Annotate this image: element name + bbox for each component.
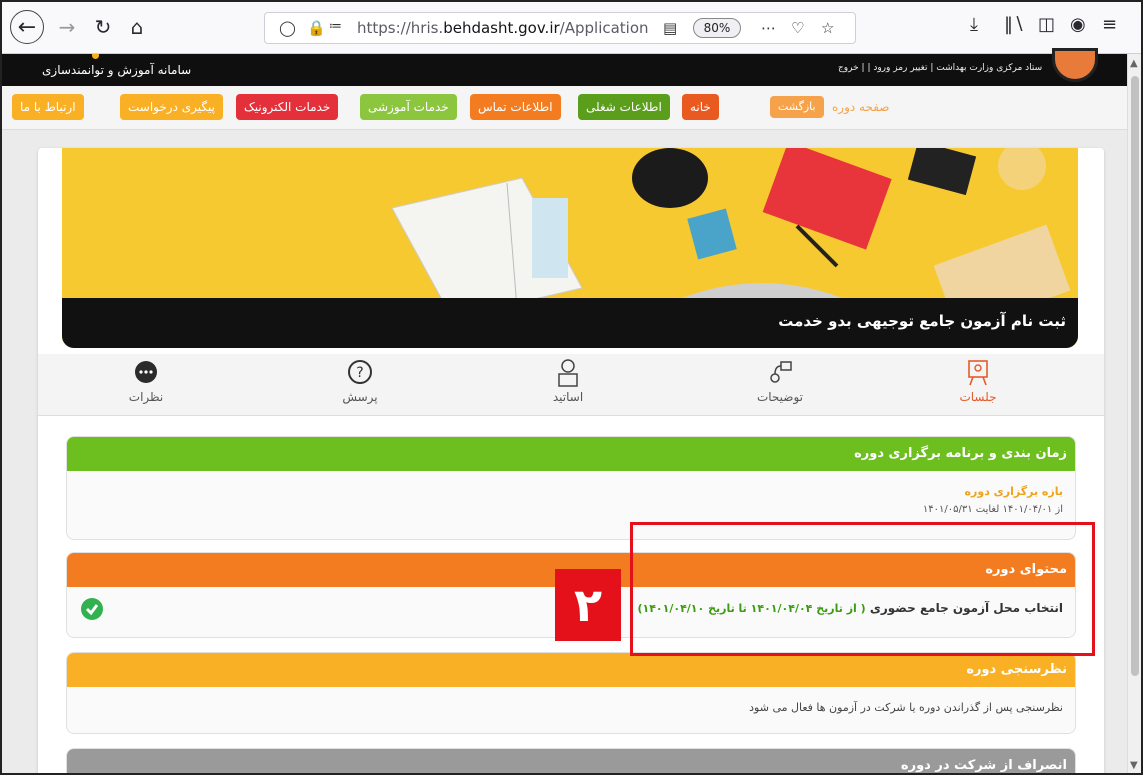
schedule-heading: زمان بندی و برنامه برگزاری دوره — [67, 437, 1075, 471]
more-icon[interactable]: ⋯ — [761, 19, 776, 37]
reader-icon[interactable]: ▤ — [663, 19, 677, 37]
reload-icon[interactable]: ↻ — [88, 12, 118, 42]
scroll-down-icon[interactable]: ▼ — [1130, 760, 1138, 771]
lock-icon[interactable]: 🔒 — [307, 19, 326, 37]
tab-label: پرسش — [342, 390, 378, 404]
course-title: ثبت نام آزمون جامع توجیهی بدو خدمت — [778, 312, 1066, 330]
shield-icon[interactable]: ◯ — [279, 19, 296, 37]
url-text[interactable]: https://hris.behdasht.gov.ir/Application — [357, 19, 649, 37]
page-scrollbar[interactable]: ▲ ▼ — [1127, 54, 1141, 773]
training-services-button[interactable]: خدمات آموزشی — [360, 94, 457, 120]
teacher-icon — [558, 359, 578, 387]
svg-text:?: ? — [356, 365, 363, 381]
permissions-icon[interactable]: ≔ — [329, 19, 342, 34]
screenshot-frame: ← → ↻ ⌂ ◯ 🔒 ≔ https://hris.behdasht.gov.… — [0, 0, 1143, 775]
browser-toolbar: ← → ↻ ⌂ ◯ 🔒 ≔ https://hris.behdasht.gov.… — [2, 2, 1141, 54]
sidebar-icon[interactable]: ◫ — [1038, 14, 1055, 35]
tab-label: نظرات — [128, 390, 164, 404]
tab-sessions[interactable]: جلسات — [928, 358, 1028, 414]
logo-accent — [92, 54, 99, 59]
course-page-label: صفحه دوره — [832, 100, 890, 114]
site-header: سامانه آموزش و توانمندسازی ستاد مرکزی وز… — [2, 48, 1127, 86]
tab-instructors[interactable]: اساتید — [518, 358, 618, 414]
schedule-range-label: بازه برگزاری دوره — [964, 485, 1063, 498]
scroll-up-icon[interactable]: ▲ — [1130, 58, 1138, 69]
update-menu-icon[interactable]: ≡ — [1102, 14, 1117, 35]
tab-comments[interactable]: نظرات — [96, 358, 196, 414]
account-icon[interactable]: ◉ — [1070, 14, 1086, 35]
tab-label: جلسات — [959, 390, 997, 404]
bookmark-star-icon[interactable]: ☆ — [821, 19, 834, 37]
tab-label: توضیحات — [756, 390, 804, 404]
annotation-highlight-box — [630, 522, 1095, 656]
scrollbar-thumb[interactable] — [1131, 76, 1139, 676]
check-circle-icon — [81, 598, 103, 620]
url-path: /Application — [559, 19, 649, 37]
tab-label: اساتید — [552, 390, 584, 404]
course-card: ثبت نام آزمون جامع توجیهی بدو خدمت نظرات… — [38, 148, 1104, 773]
track-request-button[interactable]: پیگیری درخواست — [120, 94, 223, 120]
electronic-services-button[interactable]: خدمات الکترونیک — [236, 94, 339, 120]
zoom-level-badge[interactable]: 80% — [693, 18, 741, 38]
course-tabs: نظرات ? پرسش اساتید توضیحات جلسات — [38, 354, 1104, 416]
header-links[interactable]: ستاد مرکزی وزارت بهداشت | تغییر رمز ورود… — [838, 63, 1042, 73]
annotation-step-badge: ۲ — [555, 569, 621, 641]
tab-questions[interactable]: ? پرسش — [310, 358, 410, 414]
download-icon[interactable]: ⤓ — [970, 14, 978, 35]
contact-info-button[interactable]: اطلاعات تماس — [470, 94, 561, 120]
address-bar[interactable]: ◯ 🔒 ≔ https://hris.behdasht.gov.ir/Appli… — [264, 12, 856, 44]
survey-panel: نظرسنجی دوره نظرسنجی پس از گذراندن دوره … — [66, 652, 1076, 734]
withdraw-heading[interactable]: انصراف از شرکت در دوره — [67, 749, 1075, 773]
pocket-icon[interactable]: ♡ — [791, 19, 804, 37]
flow-diagram-icon — [770, 361, 792, 383]
presentation-board-icon — [968, 360, 988, 386]
url-host: behdasht.gov.ir — [443, 19, 560, 37]
main-navigation: ارتباط با ما پیگیری درخواست خدمات الکترو… — [2, 86, 1127, 130]
job-info-button[interactable]: اطلاعات شغلی — [578, 94, 670, 120]
url-prefix: https://hris. — [357, 19, 444, 37]
home-button[interactable]: خانه — [682, 94, 719, 120]
survey-heading: نظرسنجی دوره — [67, 653, 1075, 687]
site-name: سامانه آموزش و توانمندسازی — [42, 63, 192, 77]
back-icon[interactable]: ← — [10, 10, 44, 44]
survey-text: نظرسنجی پس از گذراندن دوره یا شرکت در آز… — [749, 701, 1063, 714]
contact-us-button[interactable]: ارتباط با ما — [12, 94, 84, 120]
ministry-logo — [1052, 48, 1098, 82]
schedule-body: بازه برگزاری دوره از ۱۴۰۱/۰۴/۰۱ لغایت ۱۴… — [67, 471, 1075, 523]
tab-description[interactable]: توضیحات — [730, 358, 830, 414]
banner-caption: ثبت نام آزمون جامع توجیهی بدو خدمت — [62, 298, 1078, 348]
forward-icon[interactable]: → — [52, 12, 82, 42]
question-bubble-icon: ? — [348, 360, 372, 384]
library-icon[interactable]: ‖∖ — [1004, 14, 1024, 35]
withdraw-panel: انصراف از شرکت در دوره — [66, 748, 1076, 773]
schedule-range-value: از ۱۴۰۱/۰۴/۰۱ لغایت ۱۴۰۱/۰۵/۳۱ — [922, 504, 1063, 515]
home-icon[interactable]: ⌂ — [122, 12, 152, 42]
comment-bubble-icon — [135, 361, 157, 383]
course-banner: ثبت نام آزمون جامع توجیهی بدو خدمت — [62, 148, 1078, 348]
survey-body: نظرسنجی پس از گذراندن دوره یا شرکت در آز… — [67, 687, 1075, 722]
back-button[interactable]: بازگشت — [770, 96, 824, 118]
